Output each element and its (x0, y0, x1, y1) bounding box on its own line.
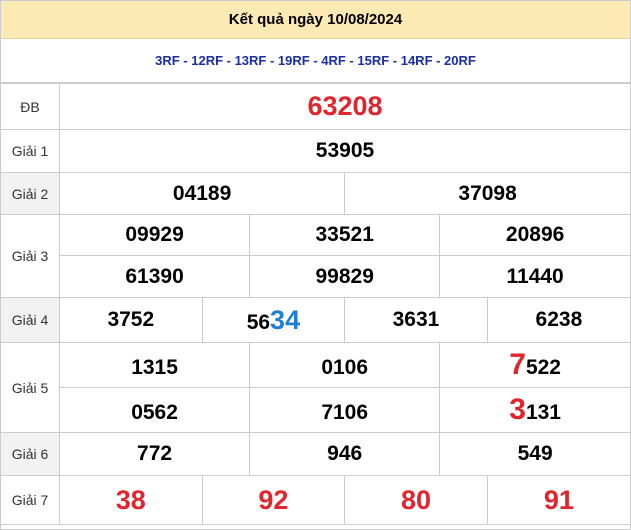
prize-4-2-prefix: 56 (246, 310, 271, 334)
prize-4-3: 3631 (344, 297, 488, 343)
prize-5-4-tail: 0562 (131, 401, 178, 424)
label-g4: Giải 4 (1, 297, 60, 343)
prize-7-4: 91 (486, 475, 630, 525)
row-g3b: 61390 99829 11440 (1, 255, 630, 298)
draw-codes: 3RF - 12RF - 13RF - 19RF - 4RF - 15RF - … (1, 39, 630, 83)
prize-5-6-head: 3 (509, 393, 526, 426)
label-db: ĐB (1, 83, 60, 130)
special-prize: 63208 (59, 83, 630, 130)
prize-5-2: 0106 (249, 342, 441, 388)
prize-5-1-tail: 1315 (131, 356, 178, 379)
prize-5-6: 3131 (439, 387, 630, 433)
prize-5-6-tail: 131 (525, 401, 561, 424)
label-g2: Giải 2 (1, 172, 60, 215)
prize-3-6: 11440 (439, 255, 630, 298)
prize-5-4: 0562 (59, 387, 251, 433)
label-g3: Giải 3 (1, 214, 60, 298)
prize-5-2-tail: 0106 (321, 356, 369, 379)
prize-5-1: 1315 (58, 342, 251, 388)
prize-2-b: 37098 (344, 172, 630, 215)
row-g7: Giải 7 38 92 80 91 (1, 475, 630, 525)
results-header: Kết quả ngày 10/08/2024 (1, 1, 630, 39)
results-panel: Kết quả ngày 10/08/2024 3RF - 12RF - 13R… (0, 0, 631, 530)
row-g5a: Giải 5 1315 0106 7522 (1, 342, 630, 433)
prize-3-5: 99829 (249, 255, 441, 298)
prize-5-3-tail: 522 (525, 356, 561, 379)
prize-6-3: 549 (439, 432, 630, 476)
prize-4-4: 6238 (486, 297, 630, 343)
prize-3-3: 20896 (439, 214, 630, 256)
row-g6: Giải 6 772 946 549 (1, 432, 630, 476)
row-db: ĐB 63208 (1, 83, 630, 130)
row-g5b: 0562 7106 3131 (1, 387, 630, 433)
prize-6-2: 946 (249, 432, 441, 476)
prize-5-5-tail: 7106 (321, 401, 369, 424)
row-g2: Giải 2 04189 37098 (1, 172, 630, 215)
prize-4-1: 3752 (59, 297, 203, 343)
prize-5-3-head: 7 (509, 348, 526, 381)
prize-4-3-suffix: 3631 (392, 308, 440, 331)
prize-2-a: 04189 (58, 172, 346, 215)
label-g6: Giải 6 (1, 432, 60, 476)
prize-3-2: 33521 (249, 214, 441, 256)
prize-4-2: 5634 (201, 297, 346, 343)
prize-1: 53905 (59, 129, 630, 173)
label-g5: Giải 5 (1, 342, 60, 433)
prize-6-1: 772 (58, 432, 251, 476)
label-g1: Giải 1 (1, 129, 60, 173)
prize-4-1-suffix: 3752 (107, 308, 155, 331)
prize-7-1: 38 (59, 475, 203, 525)
prize-3-4: 61390 (59, 255, 251, 298)
prize-4-2-suffix: 34 (270, 304, 301, 335)
results-table: ĐB 63208 Giải 1 53905 Giải 2 04189 37098… (1, 83, 630, 525)
prize-7-2: 92 (201, 475, 346, 525)
row-g3a: Giải 3 09929 33521 20896 (1, 214, 630, 298)
prize-4-4-suffix: 6238 (535, 308, 583, 331)
prize-7-3: 80 (344, 475, 488, 525)
label-g7: Giải 7 (1, 475, 60, 525)
row-g4: Giải 4 3752 5634 3631 6238 (1, 297, 630, 343)
prize-5-5: 7106 (249, 387, 441, 433)
prize-3-1: 09929 (58, 214, 251, 256)
prize-5-3: 7522 (439, 342, 630, 388)
results-title: Kết quả ngày 10/08/2024 (228, 11, 403, 28)
row-g1: Giải 1 53905 (1, 129, 630, 173)
